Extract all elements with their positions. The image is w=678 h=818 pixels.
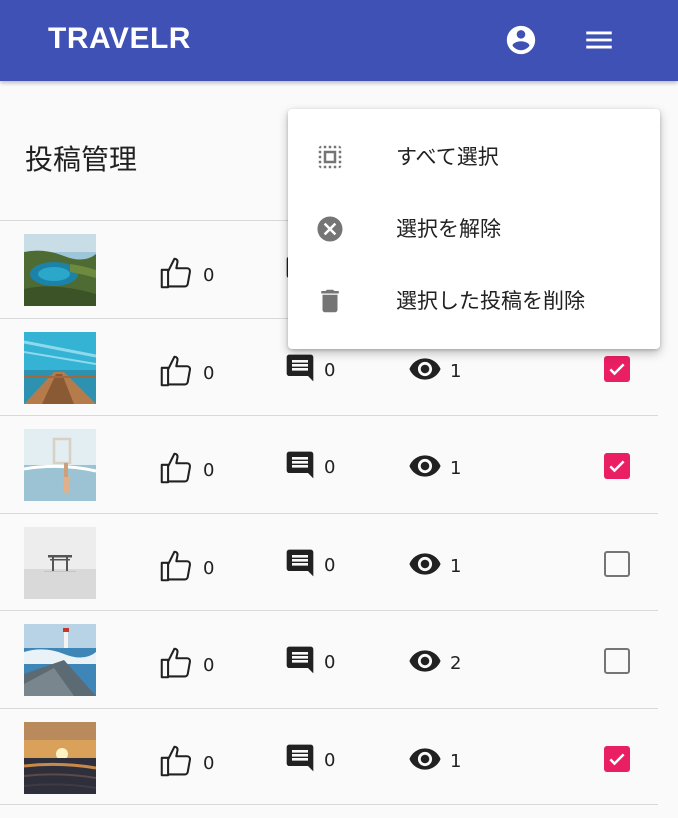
views-count: 2 bbox=[450, 653, 462, 674]
post-row[interactable]: 0 0 1 bbox=[0, 707, 658, 805]
views-stat: 1 bbox=[408, 449, 461, 488]
post-row[interactable]: 0 0 2 bbox=[0, 610, 658, 708]
select-checkbox[interactable] bbox=[604, 550, 630, 577]
wooden-pier-photo[interactable] bbox=[24, 331, 96, 404]
eye-icon bbox=[408, 644, 442, 683]
comments-stat: 0 bbox=[284, 449, 335, 486]
likes-stat: 0 bbox=[157, 352, 214, 395]
menu-item-select-all[interactable]: すべて選択 bbox=[288, 120, 660, 192]
comments-stat: 0 bbox=[284, 547, 335, 584]
views-stat: 1 bbox=[408, 352, 461, 391]
menu-item-label: 選択を解除 bbox=[396, 217, 501, 241]
thumbs-up-icon bbox=[157, 352, 195, 395]
context-menu: すべて選択 選択を解除 選択した投稿を削除 bbox=[288, 109, 660, 349]
menu-item-delete-selected[interactable]: 選択した投稿を削除 bbox=[288, 264, 660, 336]
menu-item-label: すべて選択 bbox=[396, 145, 499, 169]
comments-count: 0 bbox=[324, 749, 336, 771]
coastline-cliffs-photo[interactable] bbox=[24, 234, 96, 306]
comments-count: 0 bbox=[324, 554, 336, 576]
menu-item-label: 選択した投稿を削除 bbox=[396, 289, 585, 313]
comments-stat: 0 bbox=[284, 352, 335, 389]
post-row[interactable]: 0 0 1 bbox=[0, 512, 658, 611]
select-checkbox[interactable] bbox=[604, 745, 630, 772]
eye-icon bbox=[408, 352, 442, 391]
account-circle-icon bbox=[506, 25, 536, 55]
comment-icon bbox=[284, 742, 316, 779]
likes-count: 0 bbox=[203, 655, 215, 676]
brand-logo[interactable]: TRAVELR bbox=[48, 22, 191, 56]
select-checkbox[interactable] bbox=[604, 453, 630, 479]
eye-icon bbox=[408, 547, 442, 586]
comments-stat: 0 bbox=[284, 644, 335, 681]
comments-count: 0 bbox=[324, 359, 336, 381]
comment-icon bbox=[284, 644, 316, 681]
beach-frame-hand-photo[interactable] bbox=[24, 429, 96, 501]
likes-count: 0 bbox=[203, 752, 215, 774]
select-checkbox[interactable] bbox=[604, 648, 630, 674]
likes-stat: 0 bbox=[157, 742, 214, 785]
hamburger-menu-icon bbox=[586, 31, 612, 49]
post-row[interactable]: 0 0 1 bbox=[0, 415, 658, 513]
thumbs-up-icon bbox=[157, 254, 195, 297]
comment-icon bbox=[284, 352, 316, 389]
comments-count: 0 bbox=[324, 652, 336, 673]
views-count: 1 bbox=[450, 360, 462, 382]
views-count: 1 bbox=[450, 555, 462, 577]
likes-stat: 0 bbox=[157, 449, 214, 492]
likes-stat: 0 bbox=[157, 547, 214, 590]
comments-stat: 0 bbox=[284, 742, 335, 779]
lighthouse-pier-photo[interactable] bbox=[24, 624, 96, 696]
select-checkbox[interactable] bbox=[604, 355, 630, 382]
menu-item-deselect[interactable]: 選択を解除 bbox=[288, 192, 660, 264]
likes-count: 0 bbox=[203, 557, 215, 579]
views-count: 1 bbox=[450, 750, 462, 772]
account-button[interactable] bbox=[503, 22, 539, 58]
likes-count: 0 bbox=[203, 362, 215, 384]
likes-count: 0 bbox=[203, 460, 215, 481]
likes-stat: 0 bbox=[157, 254, 214, 297]
eye-icon bbox=[408, 449, 442, 488]
views-stat: 1 bbox=[408, 742, 461, 781]
likes-stat: 0 bbox=[157, 644, 214, 687]
thumbs-up-icon bbox=[157, 644, 195, 687]
comment-icon bbox=[284, 547, 316, 584]
comments-count: 0 bbox=[324, 457, 336, 478]
views-count: 1 bbox=[450, 458, 462, 479]
menu-button[interactable] bbox=[581, 22, 617, 58]
app-bar: TRAVELR bbox=[0, 0, 678, 81]
comment-icon bbox=[284, 449, 316, 486]
cancel-circle-icon bbox=[315, 214, 345, 244]
select-all-icon bbox=[315, 142, 345, 172]
trash-icon bbox=[315, 286, 345, 316]
page-title: 投稿管理 bbox=[25, 143, 138, 176]
thumbs-up-icon bbox=[157, 547, 195, 590]
thumbs-up-icon bbox=[157, 742, 195, 785]
eye-icon bbox=[408, 742, 442, 781]
thumbs-up-icon bbox=[157, 449, 195, 492]
views-stat: 1 bbox=[408, 547, 461, 586]
views-stat: 2 bbox=[408, 644, 461, 683]
torii-gate-sea-photo[interactable] bbox=[24, 526, 96, 599]
sunset-ocean-photo[interactable] bbox=[24, 721, 96, 794]
likes-count: 0 bbox=[203, 265, 215, 286]
